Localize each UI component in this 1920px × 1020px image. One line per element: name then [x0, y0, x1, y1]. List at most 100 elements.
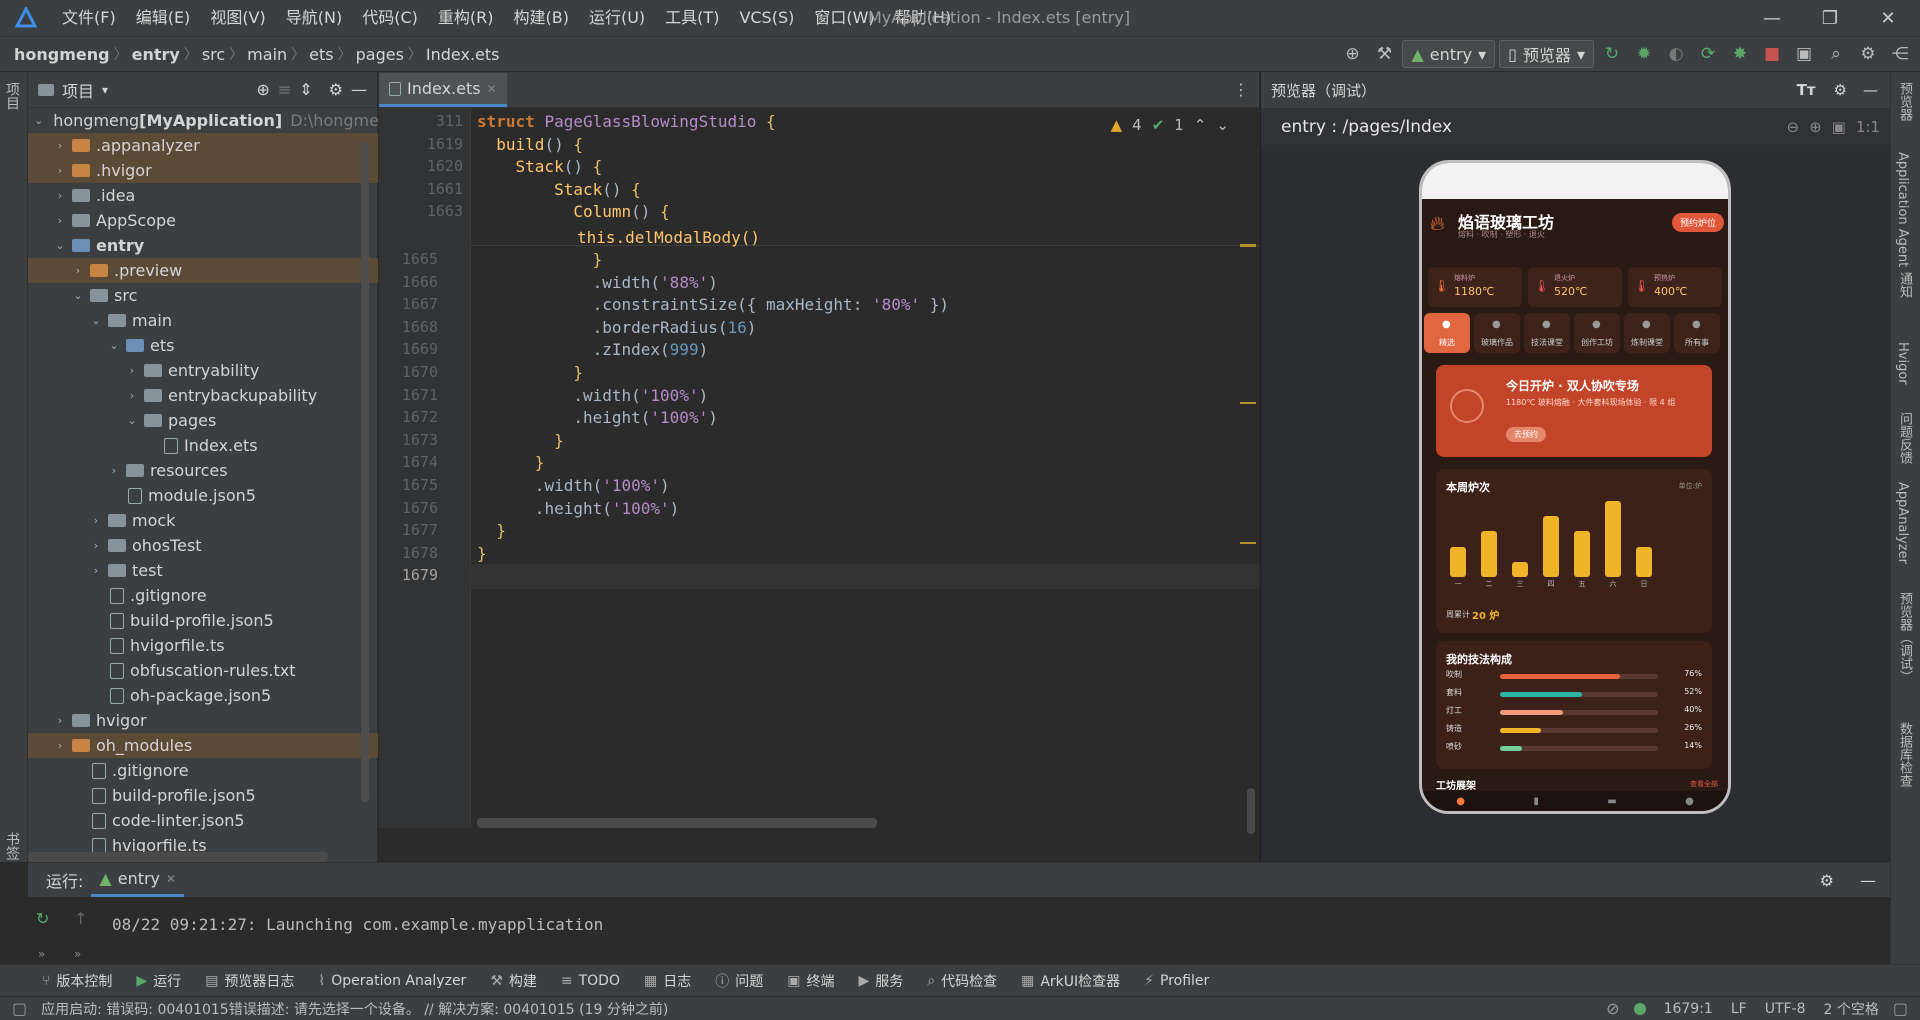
attach-icon[interactable]: ◐	[1662, 40, 1690, 68]
tree-row[interactable]: › mock	[28, 508, 378, 533]
module-select[interactable]: ▲ entry ▾	[1402, 40, 1496, 68]
banner-button[interactable]: 去预约	[1506, 427, 1546, 442]
bottom-tab-previewer-log[interactable]: ▤ 预览器日志	[193, 971, 306, 991]
chevron-up-icon[interactable]: ⌃	[1194, 116, 1207, 134]
chevron-icon[interactable]: ›	[52, 714, 68, 727]
warning-marker[interactable]	[1240, 542, 1256, 544]
bottom-tab-problems[interactable]: ⓘ 问题	[703, 971, 775, 991]
menu-item-5[interactable]: 重构(R)	[428, 0, 504, 36]
breadcrumb-item-5[interactable]: pages	[352, 45, 408, 64]
tree-row[interactable]: ⌄ pages	[28, 408, 378, 433]
profile-icon[interactable]: ✸	[1726, 40, 1754, 68]
left-tab-bookmarks[interactable]: 书签	[2, 832, 22, 860]
chevron-icon[interactable]: ⌄	[106, 339, 122, 352]
tree-row[interactable]: ⌄ main	[28, 308, 378, 333]
tree-row[interactable]: ⌄ entry	[28, 233, 378, 258]
menu-item-7[interactable]: 运行(U)	[579, 0, 655, 36]
tree-row[interactable]: .gitignore	[28, 758, 378, 783]
file-encoding[interactable]: UTF-8	[1765, 1001, 1806, 1017]
expand-icon[interactable]: ⇕	[299, 80, 312, 99]
chevron-icon[interactable]: ›	[70, 264, 86, 277]
left-tab-project[interactable]: 项目	[2, 82, 22, 110]
tree-row[interactable]: ⌄ hongmeng [MyApplication] D:\hongme	[28, 108, 378, 133]
tree-row[interactable]: ⌄ ets	[28, 333, 378, 358]
right-tab-3[interactable]: Hvigor	[1895, 342, 1910, 385]
chevron-icon[interactable]: ⌄	[52, 239, 68, 252]
rerun-icon[interactable]: ↻	[1598, 40, 1626, 68]
tree-row[interactable]: ⌄ src	[28, 283, 378, 308]
tree-row[interactable]: obfuscation-rules.txt	[28, 658, 378, 683]
run-tab-entry[interactable]: ▲ entry ✕	[91, 863, 185, 897]
tree-row[interactable]: › entryability	[28, 358, 378, 383]
tree-row[interactable]: build-profile.json5	[28, 783, 378, 808]
tree-row[interactable]: › ohosTest	[28, 533, 378, 558]
breadcrumb-item-3[interactable]: main	[243, 45, 291, 64]
category-chip[interactable]: 精选 ●	[1424, 313, 1470, 353]
project-panel-title[interactable]: 项目	[62, 78, 94, 102]
breadcrumb-item-1[interactable]: entry	[128, 45, 184, 64]
bottom-tab-log[interactable]: ▦ 日志	[632, 971, 703, 991]
hammer-icon[interactable]: ⚒	[1370, 40, 1398, 68]
menu-item-8[interactable]: 工具(T)	[655, 0, 729, 36]
breadcrumb-item-4[interactable]: ets	[305, 45, 337, 64]
menu-item-9[interactable]: VCS(S)	[729, 0, 804, 36]
debug-icon[interactable]: ✹	[1630, 40, 1658, 68]
fit-icon[interactable]: ▣	[1832, 118, 1846, 136]
tree-row[interactable]: hvigorfile.ts	[28, 633, 378, 658]
right-tab-1[interactable]: Application Agent	[1895, 152, 1910, 267]
tree-row[interactable]: › .hvigor	[28, 158, 378, 183]
collapse-icon[interactable]: ≡	[278, 80, 291, 99]
chevron-icon[interactable]: ›	[52, 189, 68, 202]
zoom-in-icon[interactable]: ⊕	[1809, 118, 1822, 136]
chevron-icon[interactable]: ›	[52, 139, 68, 152]
chevron-down-icon[interactable]: ⌄	[1216, 116, 1229, 134]
book-slot-button[interactable]: 预约炉位	[1671, 213, 1724, 232]
chevron-icon[interactable]: ›	[52, 214, 68, 227]
arrow-up-icon[interactable]: ↑	[74, 909, 87, 928]
chevron-icon[interactable]: ›	[52, 164, 68, 177]
hide-icon[interactable]: —	[1863, 81, 1878, 99]
inspection-widget[interactable]: ▲ 4 ✔ 1 ⌃ ⌄	[1111, 116, 1229, 134]
warning-marker[interactable]	[1240, 402, 1256, 404]
close-icon[interactable]: ✕	[487, 82, 497, 96]
tree-row[interactable]: hvigorfile.ts	[28, 833, 378, 852]
chevron-icon[interactable]: ›	[124, 389, 140, 402]
bottom-tab-run[interactable]: ▶ 运行	[124, 971, 193, 991]
bottom-tab-build[interactable]: ⚒ 构建	[478, 971, 549, 991]
chevron-icon[interactable]: ›	[124, 364, 140, 377]
tree-row[interactable]: › oh_modules	[28, 733, 378, 758]
menu-item-1[interactable]: 编辑(E)	[126, 0, 201, 36]
chevron-icon[interactable]: ⌄	[88, 314, 104, 327]
breadcrumb-item-6[interactable]: Index.ets	[422, 45, 504, 64]
bottom-tab-arkui-inspector[interactable]: ▦ ArkUI检查器	[1009, 971, 1132, 991]
breadcrumb-item-0[interactable]: hongmeng	[10, 45, 114, 64]
tree-row[interactable]: module.json5	[28, 483, 378, 508]
tree-row[interactable]: › test	[28, 558, 378, 583]
category-chip[interactable]: 创作工坊 ●	[1574, 313, 1620, 353]
menu-item-2[interactable]: 视图(V)	[200, 0, 275, 36]
more-icon[interactable]: »	[74, 947, 81, 961]
editor-h-scrollbar[interactable]	[477, 818, 877, 828]
chevron-icon[interactable]: ›	[52, 739, 68, 752]
indent-setting[interactable]: 2 个空格	[1824, 999, 1879, 1019]
category-chip[interactable]: 玻璃作品 ●	[1474, 313, 1520, 353]
bottom-tab-services[interactable]: ▶ 服务	[846, 971, 915, 991]
status-message[interactable]: 应用启动: 错误码: 00401015错误描述: 请先选择一个设备。 // 解决…	[41, 999, 668, 1019]
target-icon[interactable]: ⊕	[1338, 40, 1366, 68]
right-tab-0[interactable]: 预览器	[1895, 82, 1914, 121]
horizontal-scrollbar[interactable]	[28, 852, 328, 862]
vase-icon[interactable]: ▮	[1533, 796, 1539, 807]
chevron-icon[interactable]: ⌄	[70, 289, 86, 302]
bottom-tab-version-control[interactable]: ⑂ 版本控制	[30, 971, 124, 991]
chevron-icon[interactable]: ›	[88, 514, 104, 527]
book-icon[interactable]: ▬	[1607, 796, 1616, 807]
bottom-tab-todo[interactable]: ≡ TODO	[549, 973, 632, 989]
chevron-icon[interactable]: ›	[88, 539, 104, 552]
app-preview[interactable]: 🔥︎ 焰语玻璃工坊 熔料 · 吹制 · 塑形 · 退火 预约炉位 🌡︎ 熔料炉 11…	[1422, 199, 1728, 811]
search-icon[interactable]: ⌕	[1822, 40, 1850, 68]
chevron-icon[interactable]: ›	[88, 564, 104, 577]
category-chip[interactable]: 技法课堂 ●	[1524, 313, 1570, 353]
actual-size-icon[interactable]: 1:1	[1856, 118, 1880, 136]
tree-row[interactable]: .gitignore	[28, 583, 378, 608]
warning-marker[interactable]	[1240, 244, 1256, 247]
